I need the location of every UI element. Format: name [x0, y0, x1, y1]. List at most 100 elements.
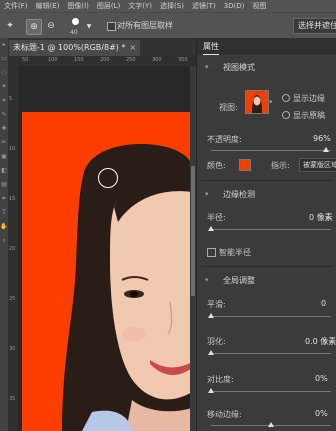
eyedropper-tool-icon[interactable]: ✎	[0, 108, 8, 122]
smooth-label: 平滑:	[207, 300, 226, 309]
menu-layer[interactable]: 图层(L)	[93, 1, 124, 11]
feather-label: 羽化:	[207, 337, 226, 346]
opacity-slider[interactable]	[211, 150, 331, 151]
sample-all-layers-checkbox[interactable]	[107, 22, 116, 31]
stamp-tool-icon[interactable]: ▣	[0, 150, 8, 164]
ruler-v-label: 25	[9, 296, 16, 302]
opacity-label: 不透明度:	[207, 135, 242, 144]
ruler-h-label: 150	[74, 57, 84, 63]
brush-tool-icon[interactable]: ✏	[0, 136, 8, 150]
crop-tool-icon[interactable]: ⌗	[0, 94, 8, 108]
ruler-h-label: 200	[100, 57, 110, 63]
select-and-mask-button[interactable]: 选择并遮住	[293, 18, 336, 34]
chevron-down-icon[interactable]: ▾	[269, 98, 273, 106]
move-tool-icon[interactable]: ▸	[0, 38, 8, 52]
ruler-h-label: 250	[126, 57, 136, 63]
menu-3d[interactable]: 3D(D)	[220, 2, 249, 10]
shift-edge-value[interactable]: 0%	[315, 409, 328, 418]
indicate-dropdown[interactable]: 被蒙版区域	[299, 158, 336, 172]
hand-tool-icon[interactable]: ✋	[0, 220, 8, 234]
view-label: 视图:	[219, 103, 238, 112]
chevron-down-icon[interactable]: ▾	[205, 190, 209, 198]
document-tab-bar: 未标题-1 @ 100%(RGB/8#) * ×	[8, 38, 196, 56]
contrast-label: 对比度:	[207, 375, 234, 384]
eraser-tool-icon[interactable]: ◧	[0, 164, 8, 178]
quick-select-icon[interactable]: ✦	[0, 80, 8, 94]
smart-radius-checkbox[interactable]	[207, 248, 216, 257]
ruler-h-label: 300	[152, 57, 162, 63]
options-bar: ✦ ⊕ ⊖ 40 ▼ 对所有图层取样 选择并遮住	[0, 12, 336, 40]
contrast-value[interactable]: 0%	[315, 374, 328, 383]
chevron-down-icon[interactable]: ▼	[82, 19, 96, 33]
menu-image[interactable]: 图像(I)	[63, 1, 93, 11]
shift-edge-slider-knob[interactable]	[268, 422, 274, 427]
feather-slider[interactable]	[211, 353, 331, 354]
contrast-slider-knob[interactable]	[208, 388, 214, 393]
view-preview-icon	[246, 91, 268, 113]
tab-properties[interactable]: 属性	[203, 41, 219, 55]
brush-cursor-icon	[98, 168, 118, 188]
radius-slider-knob[interactable]	[208, 226, 214, 231]
pen-tool-icon[interactable]: ✒	[0, 192, 8, 206]
marquee-tool-icon[interactable]: ▭	[0, 52, 8, 66]
show-edge-checkbox[interactable]	[282, 94, 290, 102]
add-to-selection-icon[interactable]: ⊕	[26, 19, 42, 35]
ruler-v-label: 15	[9, 196, 16, 202]
contrast-slider[interactable]	[211, 391, 331, 392]
view-thumbnail[interactable]	[245, 90, 269, 114]
ruler-h-label: 350	[178, 57, 188, 63]
show-original-checkbox[interactable]	[282, 111, 290, 119]
ruler-h-label: 50	[22, 57, 29, 63]
feather-value[interactable]: 0.0 像素	[305, 336, 336, 347]
ruler-v-label: 30	[9, 346, 16, 352]
document-tab[interactable]: 未标题-1 @ 100%(RGB/8#) * ×	[9, 40, 141, 56]
brush-preview-icon[interactable]	[72, 18, 79, 25]
document-tab-title: 未标题-1 @ 100%(RGB/8#) *	[13, 43, 126, 52]
divider	[201, 180, 333, 181]
ruler-v-label: 35	[9, 396, 16, 402]
panel-tab-bar: 属性	[197, 38, 336, 55]
chevron-down-icon[interactable]: ▾	[205, 63, 209, 71]
opacity-slider-knob[interactable]	[323, 147, 330, 152]
radius-slider[interactable]	[211, 229, 331, 230]
menu-edit[interactable]: 编辑(E)	[32, 1, 64, 11]
scrollbar-thumb[interactable]	[191, 166, 195, 296]
smooth-value[interactable]: 0	[321, 299, 326, 308]
properties-panel: 属性 ▾ 视图模式 视图: ▾ 显示边缘 显示原稿 不透明度: 96% 颜色: …	[196, 38, 336, 431]
menu-file[interactable]: 文件(F)	[0, 1, 32, 11]
ruler-h-label: 100	[48, 57, 58, 63]
edge-detection-title: 边缘检测	[223, 190, 255, 199]
close-icon[interactable]: ×	[129, 43, 136, 52]
show-original-label: 显示原稿	[293, 111, 325, 120]
menu-filter[interactable]: 滤镜(T)	[188, 1, 220, 11]
brush-size-value: 40	[70, 29, 78, 36]
divider	[201, 266, 333, 267]
ruler-v-label: 5	[9, 96, 13, 102]
feather-slider-knob[interactable]	[208, 350, 214, 355]
quick-select-tool-icon[interactable]: ✦	[3, 19, 17, 33]
overlay-color-swatch[interactable]	[239, 159, 251, 171]
gradient-tool-icon[interactable]: ▤	[0, 178, 8, 192]
portrait-photo[interactable]	[22, 112, 192, 431]
smart-radius-label: 智能半径	[219, 248, 251, 257]
ruler-v-label: 10	[9, 146, 16, 152]
lasso-tool-icon[interactable]: ◌	[0, 66, 8, 80]
radius-value[interactable]: 0 像素	[309, 212, 333, 223]
show-edge-label: 显示边缘	[293, 94, 325, 103]
type-tool-icon[interactable]: T	[0, 206, 8, 220]
zoom-tool-icon[interactable]: ⌕	[0, 234, 8, 248]
chevron-down-icon[interactable]: ▾	[205, 276, 209, 284]
smooth-slider-knob[interactable]	[208, 313, 214, 318]
healing-tool-icon[interactable]: ✚	[0, 122, 8, 136]
shift-edge-label: 移动边缘:	[207, 410, 242, 419]
menu-bar: 文件(F) 编辑(E) 图像(I) 图层(L) 文字(Y) 选择(S) 滤镜(T…	[0, 0, 336, 12]
menu-view[interactable]: 视图	[248, 1, 270, 11]
portrait-illustration	[22, 112, 192, 431]
indicate-label: 指示:	[271, 161, 290, 170]
subtract-from-selection-icon[interactable]: ⊖	[44, 19, 58, 33]
smooth-slider[interactable]	[211, 316, 331, 317]
color-label: 颜色:	[207, 161, 226, 170]
menu-type[interactable]: 文字(Y)	[124, 1, 156, 11]
menu-select[interactable]: 选择(S)	[156, 1, 188, 11]
opacity-value[interactable]: 96%	[313, 134, 331, 143]
